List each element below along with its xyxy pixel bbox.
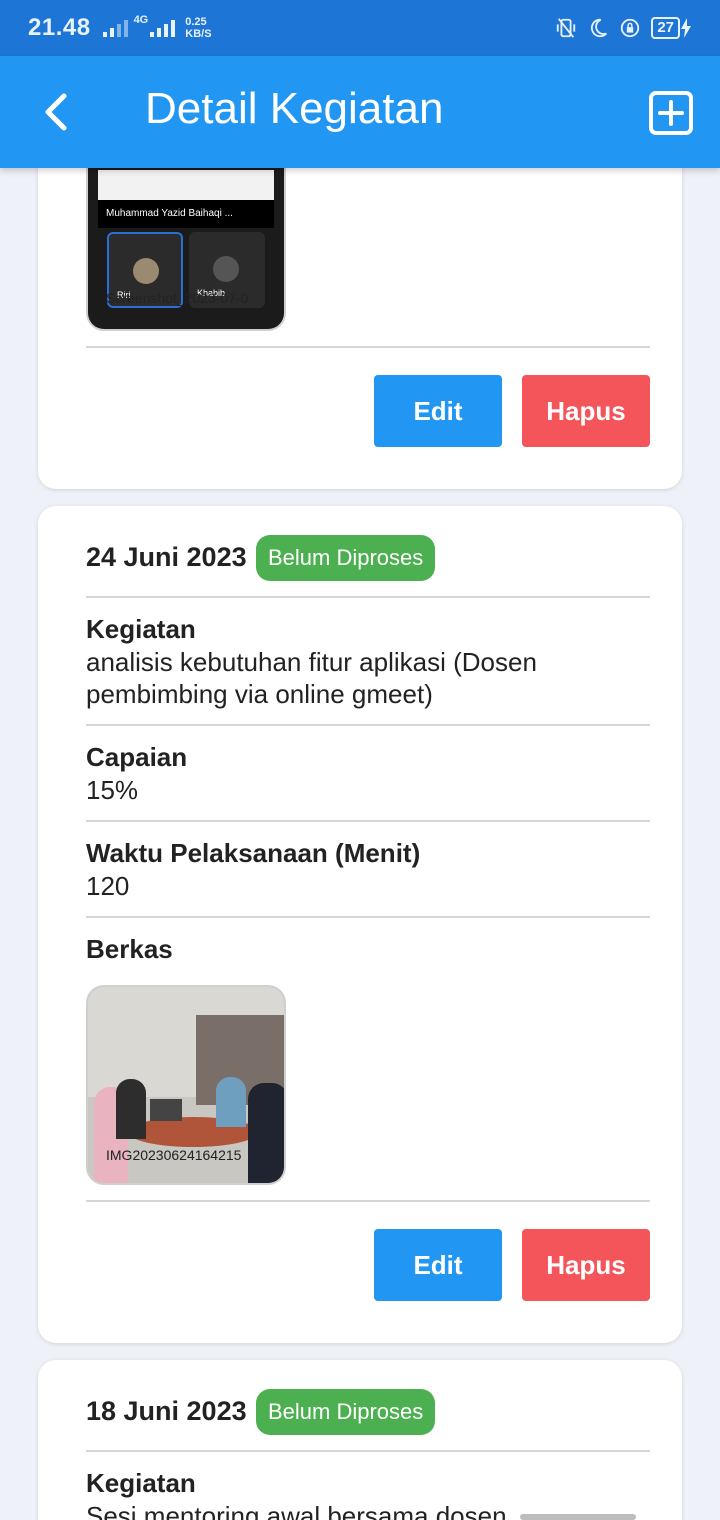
delete-button[interactable]: Hapus [522, 375, 650, 447]
network-speed: 0.25 KB/S [185, 16, 211, 40]
scroll-indicator [520, 1514, 636, 1520]
network-speed-unit: KB/S [185, 28, 212, 40]
charging-icon [681, 18, 691, 38]
photo-person [216, 1077, 246, 1127]
delete-button[interactable]: Hapus [522, 1229, 650, 1301]
status-time: 21.48 [28, 14, 91, 41]
attachment-filename: IMG20230624164215 [106, 1147, 242, 1163]
avatar [213, 256, 239, 282]
photo-laptop [150, 1099, 182, 1121]
edit-button[interactable]: Edit [374, 375, 502, 447]
photo-person [248, 1083, 284, 1183]
add-box-icon[interactable] [648, 90, 694, 136]
app-bar: Detail Kegiatan [0, 56, 720, 168]
files-label: Berkas [86, 934, 173, 964]
divider [86, 1200, 650, 1202]
activity-card: Muhammad Yazid Baihaqi ... Riri Khabib S… [38, 120, 682, 489]
network-type: 4G [133, 14, 149, 26]
meeting-name: Muhammad Yazid Baihaqi ... [106, 208, 233, 219]
attachment-thumbnail[interactable]: IMG20230624164215 [86, 985, 286, 1185]
moon-icon [591, 18, 608, 38]
duration-value: 120 [86, 871, 130, 901]
activity-label: Kegiatan [86, 614, 196, 644]
meeting-name-bar: Muhammad Yazid Baihaqi ... [98, 200, 274, 228]
activity-date: 24 Juni 2023 [86, 542, 247, 572]
activity-card: 24 Juni 2023 Belum Diproses Kegiatan ana… [38, 506, 682, 1343]
attachment-filename: Screenshot_2023-07-0 [106, 290, 249, 306]
progress-label: Capaian [86, 742, 188, 772]
activity-value: analisis kebutuhan fitur aplikasi (Dosen… [86, 647, 537, 709]
battery-level: 27 [651, 17, 680, 39]
status-bar: 21.48 4G 0.25 KB/S 27 [0, 0, 720, 56]
divider [86, 346, 650, 348]
duration-label: Waktu Pelaksanaan (Menit) [86, 838, 421, 868]
divider [86, 820, 650, 822]
activity-label: Kegiatan [86, 1468, 196, 1498]
meeting-screen-preview [98, 170, 274, 200]
battery-icon: 27 [651, 17, 692, 39]
divider [86, 1450, 650, 1452]
progress-value: 15% [86, 775, 139, 805]
status-badge: Belum Diproses [256, 1389, 436, 1435]
activity-date: 18 Juni 2023 [86, 1396, 247, 1426]
page-title: Detail Kegiatan [145, 84, 444, 133]
back-button[interactable] [36, 90, 80, 134]
divider [86, 724, 650, 726]
status-badge: Belum Diproses [256, 535, 436, 581]
activity-card: 18 Juni 2023 Belum Diproses Kegiatan Ses… [38, 1360, 682, 1520]
edit-button[interactable]: Edit [374, 1229, 502, 1301]
signal-icon-2 [150, 19, 176, 37]
vibrate-icon [557, 18, 576, 38]
lock-rotation-icon [621, 18, 640, 38]
network-speed-value: 0.25 [185, 16, 207, 28]
divider [86, 596, 650, 598]
photo-person [116, 1079, 146, 1139]
divider [86, 916, 650, 918]
avatar [133, 258, 159, 284]
signal-icon [102, 19, 128, 37]
